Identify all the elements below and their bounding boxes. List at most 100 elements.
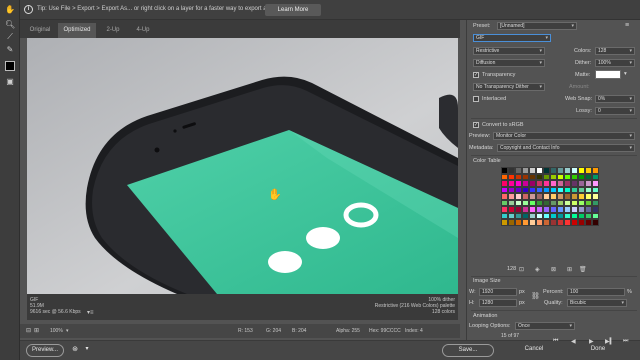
color-swatch[interactable] xyxy=(543,219,550,226)
color-swatch[interactable] xyxy=(529,219,536,226)
color-swatch[interactable] xyxy=(571,219,578,226)
browser-dropdown-icon[interactable]: ▾ xyxy=(83,344,91,357)
color-swatch[interactable] xyxy=(550,219,557,226)
zoom-out-icon[interactable]: ⊟ xyxy=(26,327,31,334)
percent-label: Percent: xyxy=(543,289,564,295)
tip-bar: i Tip: Use File > Export > Export As... … xyxy=(0,0,640,20)
height-unit: px xyxy=(519,300,525,306)
looping-label: Looping Options: xyxy=(469,323,511,329)
slice-select-tool-icon[interactable]: ⟋ xyxy=(5,32,15,42)
color-swatch[interactable] xyxy=(578,219,585,226)
percent-unit: % xyxy=(627,289,632,295)
looping-select[interactable]: Once xyxy=(515,322,575,330)
percent-input[interactable]: 100 xyxy=(567,288,625,296)
format-select[interactable]: GIF xyxy=(473,34,551,42)
status-b: B: 204 xyxy=(292,328,307,334)
play-icon[interactable]: ▶ xyxy=(589,338,594,345)
color-table-title: Color Table xyxy=(473,158,501,164)
info-icon: i xyxy=(24,5,33,14)
preview-button[interactable]: Preview... xyxy=(26,344,64,357)
color-swatch[interactable] xyxy=(515,219,522,226)
bottom-bar: Preview... ⊛ ▾ Save... Cancel Done xyxy=(20,340,640,360)
color-swatch[interactable] xyxy=(557,219,564,226)
hand-tool-icon[interactable]: ✋ xyxy=(5,5,15,15)
matte-swatch[interactable] xyxy=(595,70,621,79)
color-swatch[interactable] xyxy=(508,219,515,226)
color-swatch[interactable] xyxy=(522,219,529,226)
color-swatch[interactable] xyxy=(501,219,508,226)
learn-more-button[interactable]: Learn More xyxy=(265,4,321,16)
zoom-dropdown-icon[interactable]: ▾ xyxy=(66,328,69,334)
reduction-select[interactable]: Restrictive xyxy=(473,47,545,55)
tool-strip: ✋ 🔍︎ ⟋ ✎ ▣ xyxy=(0,0,20,360)
zoom-level[interactable]: 100% xyxy=(50,328,63,334)
lock-color-icon[interactable]: ⊠ xyxy=(551,266,556,273)
save-button[interactable]: Save... xyxy=(442,344,494,357)
preview-select[interactable]: Monitor Color xyxy=(493,132,635,140)
websnap-label: Web Snap: xyxy=(565,96,593,102)
interlaced-checkbox[interactable] xyxy=(473,96,479,102)
color-swatch[interactable] xyxy=(592,219,599,226)
tab-4-up[interactable]: 4-Up xyxy=(130,23,156,38)
last-frame-icon[interactable]: ⏭ xyxy=(623,338,628,345)
metadata-select[interactable]: Copyright and Contact Info xyxy=(497,144,635,152)
color-table-grid[interactable] xyxy=(501,167,599,227)
download-speed-icon[interactable]: ▾≡ xyxy=(87,309,94,316)
zoom-in-icon[interactable]: ⊞ xyxy=(34,327,39,334)
matte-dropdown-icon[interactable]: ▾ xyxy=(624,71,627,77)
colors-label: Colors: xyxy=(574,48,592,54)
cancel-button[interactable]: Cancel xyxy=(512,344,556,357)
dot-1 xyxy=(268,251,302,273)
done-button[interactable]: Done xyxy=(576,344,620,357)
optimized-preview[interactable]: ✋ xyxy=(27,38,458,294)
link-constrain-icon[interactable]: ⛓︎ xyxy=(531,292,540,300)
optimize-settings-panel: Preset: [Unnamed] ≡ GIF Restrictive Colo… xyxy=(466,20,640,345)
transparency-checkbox[interactable]: ✓ xyxy=(473,72,479,78)
view-tabs: Original Optimized 2-Up 4-Up xyxy=(20,20,460,38)
zoom-tool-icon[interactable]: 🔍︎ xyxy=(5,20,15,30)
new-color-icon[interactable]: ⊞ xyxy=(567,266,572,273)
matte-label: Matte: xyxy=(575,72,591,78)
frame-counter: 15 of 97 xyxy=(501,333,520,339)
color-swatch[interactable] xyxy=(536,219,543,226)
tab-original[interactable]: Original xyxy=(24,23,56,38)
height-input[interactable]: 1280 xyxy=(479,299,517,307)
color-swatch[interactable] xyxy=(564,219,571,226)
delete-color-icon[interactable]: 🗑︎ xyxy=(579,266,587,273)
prev-frame-icon[interactable]: ◀ xyxy=(571,338,576,345)
dither-amount[interactable]: 100% xyxy=(595,59,635,67)
lossy-label: Lossy: xyxy=(576,108,592,114)
web-shift-icon[interactable]: ◈ xyxy=(535,266,540,273)
hand-cursor-icon: ✋ xyxy=(268,188,282,201)
first-frame-icon[interactable]: ⏮ xyxy=(553,338,558,345)
status-alpha: Alpha: 255 xyxy=(336,328,360,334)
tab-optimized[interactable]: Optimized xyxy=(58,23,96,38)
image-info-bar: GIF 51.9M 9616 sec @ 56.6 Kbps ▾≡ 100% d… xyxy=(27,294,458,320)
amount-label: Amount: xyxy=(569,84,590,90)
next-frame-icon[interactable]: ▶▍ xyxy=(605,338,614,345)
websnap-select[interactable]: 0% xyxy=(595,95,635,103)
eyedropper-color-swatch[interactable] xyxy=(5,61,15,71)
colors-select[interactable]: 128 xyxy=(595,47,635,55)
toggle-slices-icon[interactable]: ▣ xyxy=(5,77,15,87)
transparency-dither-select[interactable]: No Transparency Dither xyxy=(473,83,545,91)
settings-menu-icon[interactable]: ≡ xyxy=(625,22,629,29)
color-count: 128 xyxy=(507,266,517,272)
dither-algorithm-select[interactable]: Diffusion xyxy=(473,59,545,67)
phone-photo: ✋ xyxy=(27,38,458,294)
browser-preview-icon[interactable]: ⊛ xyxy=(68,344,82,357)
color-swatch[interactable] xyxy=(585,219,592,226)
map-colors-icon[interactable]: ⊡ xyxy=(519,266,524,273)
tab-2-up[interactable]: 2-Up xyxy=(100,23,126,38)
convert-srgb-checkbox[interactable]: ✓ xyxy=(473,122,479,128)
width-input[interactable]: 1920 xyxy=(479,288,517,296)
quality-label: Quality: xyxy=(544,300,563,306)
dot-2 xyxy=(306,227,340,249)
width-unit: px xyxy=(519,289,525,295)
preset-select[interactable]: [Unnamed] xyxy=(497,22,577,30)
quality-select[interactable]: Bicubic xyxy=(567,299,627,307)
preview-label: Preview: xyxy=(469,133,491,139)
lossy-select[interactable]: 0 xyxy=(595,107,635,115)
preset-label: Preset: xyxy=(473,23,491,29)
eyedropper-tool-icon[interactable]: ✎ xyxy=(5,45,15,55)
